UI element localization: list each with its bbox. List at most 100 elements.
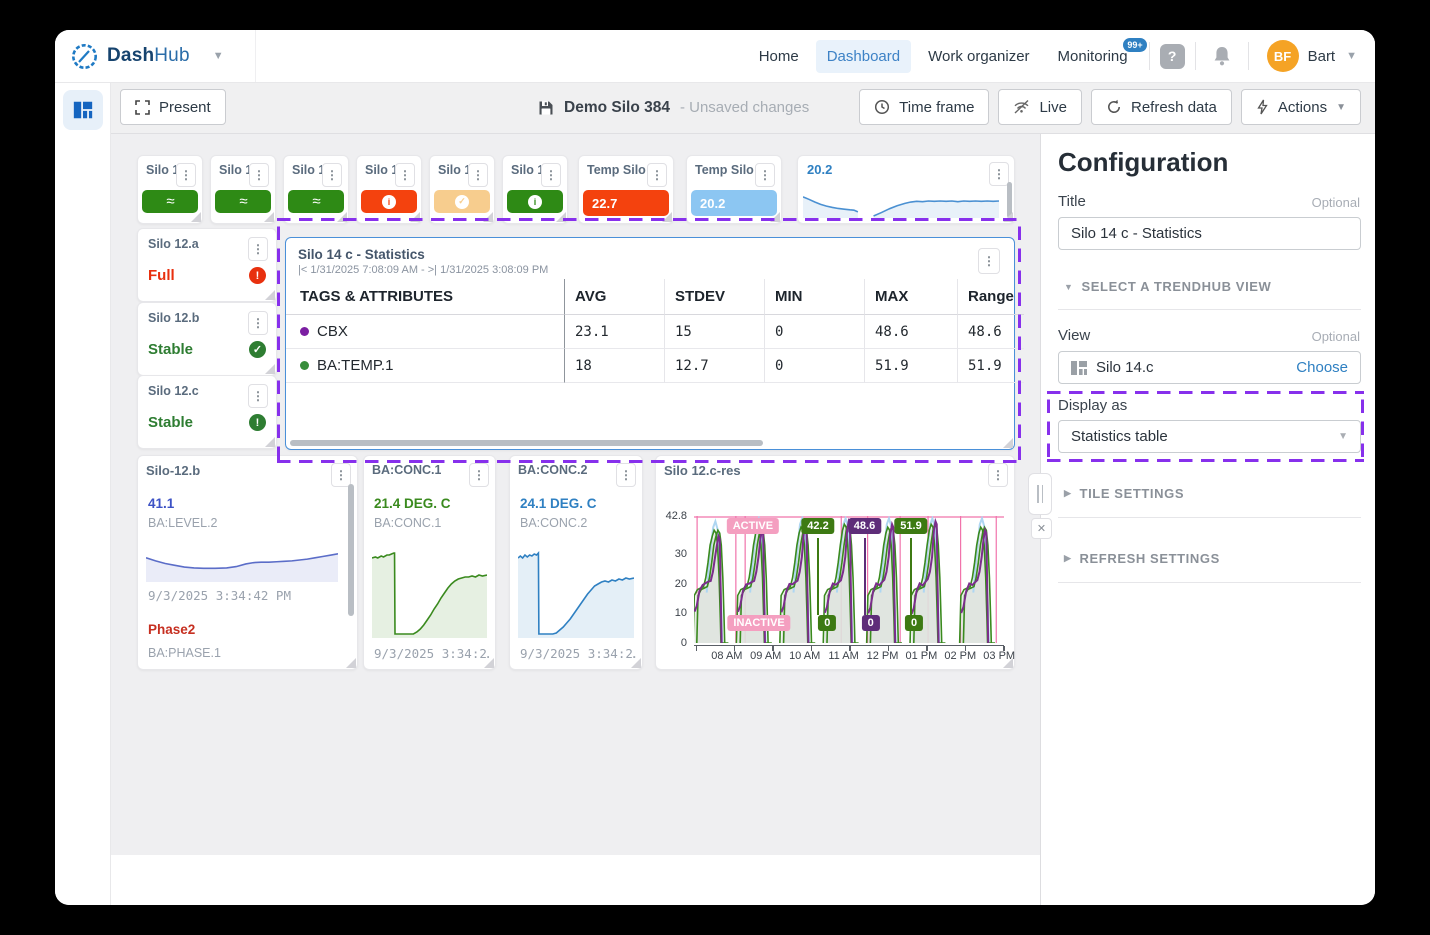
title-input[interactable]: Silo 14 c - Statistics (1058, 217, 1361, 250)
nav-item-dashboard[interactable]: Dashboard (815, 39, 912, 73)
present-button[interactable]: Present (120, 89, 226, 125)
live-button[interactable]: Live (998, 89, 1082, 125)
tile-sparkline-20-2[interactable]: 20.2 ⋮ (797, 155, 1015, 224)
x-tick-label: 10 AM (789, 650, 821, 662)
resize-handle[interactable] (191, 212, 201, 222)
resize-handle[interactable] (662, 212, 672, 222)
tile-menu-button[interactable]: ⋮ (469, 463, 489, 487)
tile-menu-button[interactable]: ⋮ (248, 311, 268, 335)
tile-menu-button[interactable]: ⋮ (647, 163, 667, 187)
tile-silo-mini-4[interactable]: Silo 1…⋮ i (356, 155, 422, 224)
resize-handle[interactable] (337, 212, 347, 222)
tile-silo-mini-1[interactable]: Silo 1…⋮≈ (137, 155, 203, 224)
y-tick-label: 42.8 (665, 510, 687, 522)
table-header-stdev: STDEV (664, 279, 764, 315)
alert-circle-icon: ! (249, 414, 266, 431)
actions-button[interactable]: Actions ▼ (1240, 89, 1361, 125)
dashboard-layout-button[interactable] (62, 90, 103, 130)
resize-handle[interactable] (1003, 658, 1013, 668)
tile-silo14c-statistics[interactable]: Silo 14 c - Statistics |< 1/31/2025 7:08… (285, 237, 1024, 450)
tile-silo-12-b[interactable]: Silo 12.b ⋮ Stable ✓ (137, 302, 277, 376)
save-icon[interactable] (538, 100, 554, 116)
resize-handle[interactable] (770, 212, 780, 222)
panel-close-button[interactable]: ✕ (1031, 518, 1052, 539)
resize-handle[interactable] (631, 658, 641, 668)
resize-handle[interactable] (264, 212, 274, 222)
help-button[interactable]: ? (1159, 43, 1185, 69)
nav-divider (1247, 42, 1249, 70)
tile-menu-button[interactable]: ⋮ (978, 248, 1000, 274)
trendhub-section-toggle[interactable]: ▼ SELECT A TRENDHUB VIEW (1058, 278, 1277, 295)
resize-handle[interactable] (265, 290, 275, 300)
chart-badge-51-9: 51.9 (894, 518, 928, 534)
tile-silo-mini-3[interactable]: Silo 1…⋮≈ (283, 155, 349, 224)
panel-drag-handle[interactable] (1028, 473, 1052, 515)
tile-menu-button[interactable]: ⋮ (395, 163, 415, 187)
tile-ba-conc-1[interactable]: BA:CONC.1 ⋮ 21.4 DEG. C BA:CONC.1 9/3/2025 3… (363, 455, 496, 670)
tile-temp-silo-2[interactable]: Temp Silo 2⋮ 20.2 (686, 155, 782, 224)
tile-silo-12c-res[interactable]: Silo 12.c-res ⋮ 42.8 30 20 10 0 ACTIVE 42.2 48… (655, 455, 1015, 670)
display-as-select[interactable]: Statistics table ▼ (1058, 420, 1361, 453)
tile-settings-toggle[interactable]: ▶ TILE SETTINGS (1058, 485, 1190, 502)
resize-handle[interactable] (484, 658, 494, 668)
tile-menu-button[interactable]: ⋮ (755, 163, 775, 187)
table-horizontal-scrollbar[interactable] (290, 440, 764, 446)
resize-handle[interactable] (265, 437, 275, 447)
nav-item-home[interactable]: Home (748, 40, 810, 73)
nav-item-work-organizer[interactable]: Work organizer (917, 40, 1040, 73)
tile-title: Temp Silo 2 (695, 163, 755, 177)
resize-handle[interactable] (1003, 212, 1013, 222)
tile-menu-button[interactable]: ⋮ (331, 463, 351, 487)
resize-handle[interactable] (556, 212, 566, 222)
monitoring-count-badge: 99+ (1121, 35, 1149, 54)
tile-silo-mini-6[interactable]: Silo 1…⋮ i (502, 155, 568, 224)
x-tick-label: 12 PM (866, 650, 899, 662)
view-label: View (1058, 327, 1091, 344)
tile-silo-12-c[interactable]: Silo 12.c ⋮ Stable! (137, 375, 277, 449)
user-menu[interactable]: BF Bart ▼ (1266, 40, 1375, 72)
time-frame-button[interactable]: Time frame (859, 89, 990, 125)
choose-view-link[interactable]: Choose (1296, 359, 1348, 376)
wave-icon: ≈ (166, 193, 174, 210)
tile-menu-button[interactable]: ⋮ (176, 163, 196, 187)
title-label: Title (1058, 193, 1086, 210)
tile-menu-button[interactable]: ⋮ (541, 163, 561, 187)
tile-menu-button[interactable]: ⋮ (616, 463, 636, 487)
nav-item-monitoring[interactable]: Monitoring 99+ (1047, 35, 1149, 73)
tile-menu-button[interactable]: ⋮ (248, 237, 268, 261)
tile-silo-12b-detail[interactable]: Silo-12.b ⋮ 41.1 BA:LEVEL.2 9/3/2025 3:3… (137, 455, 358, 670)
table-header-tags-attributes: TAGS & ATTRIBUTES (286, 279, 564, 315)
brand-chevron-icon[interactable]: ▼ (213, 50, 224, 62)
tile-menu-button[interactable]: ⋮ (322, 163, 342, 187)
tile-silo-mini-2[interactable]: Silo 1…⋮≈ (210, 155, 276, 224)
refresh-settings-toggle[interactable]: ▶ REFRESH SETTINGS (1058, 550, 1226, 567)
refresh-icon (1108, 99, 1120, 113)
tile-menu-button[interactable]: ⋮ (249, 163, 269, 187)
tile-temp-silo-1[interactable]: Temp Silo 1⋮ 22.7 (578, 155, 674, 224)
tile-menu-button[interactable]: ⋮ (988, 463, 1008, 487)
tile-menu-button[interactable]: ⋮ (248, 384, 268, 408)
table-header-range: Range (957, 279, 1024, 315)
document-header: Demo Silo 384 - Unsaved changes (538, 82, 809, 133)
brand[interactable]: DashHub ▼ (55, 30, 256, 82)
tile-timestamp: 9/3/2025 3:34:2… (374, 646, 489, 661)
chevron-right-icon: ▶ (1064, 488, 1072, 498)
stats-time-range: |< 1/31/2025 7:08:09 AM - >| 1/31/2025 3… (298, 264, 549, 276)
tile-scrollbar[interactable] (348, 484, 354, 616)
resize-handle[interactable] (346, 658, 356, 668)
tile-ba-conc-2[interactable]: BA:CONC.2 ⋮ 24.1 DEG. C BA:CONC.2 9/3/2025 3… (509, 455, 643, 670)
tile-menu-button[interactable]: ⋮ (989, 162, 1009, 186)
tile-silo-mini-5[interactable]: Silo 1…⋮ ✓ (429, 155, 495, 224)
tile-menu-button[interactable]: ⋮ (468, 163, 488, 187)
resize-handle[interactable] (483, 212, 493, 222)
tile-silo-12-a[interactable]: Silo 12.a ⋮ Full! (137, 228, 277, 302)
notifications-button[interactable] (1206, 44, 1238, 68)
refresh-data-button[interactable]: Refresh data (1091, 89, 1232, 125)
view-value: Silo 14.c (1096, 359, 1154, 376)
resize-handle[interactable] (410, 212, 420, 222)
status-text: Full (148, 267, 175, 284)
resize-handle[interactable] (265, 364, 275, 374)
series-color-dot (300, 361, 309, 370)
resize-handle[interactable] (1003, 438, 1013, 448)
view-field[interactable]: Silo 14.c Choose (1058, 351, 1361, 384)
